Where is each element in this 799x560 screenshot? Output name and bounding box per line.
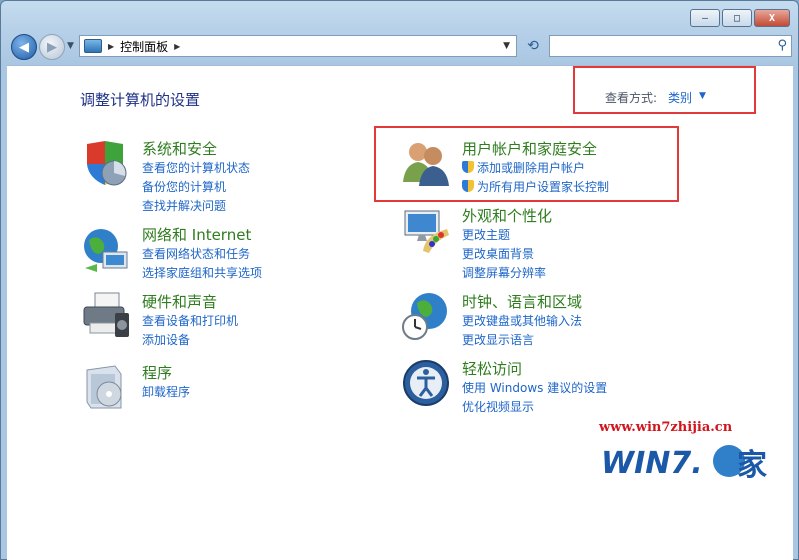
hardware-sound-icon (83, 292, 129, 337)
logo-text: WIN7. (601, 446, 703, 481)
breadcrumb-separator-icon[interactable]: ▶ (174, 42, 180, 51)
search-input[interactable]: ⚲ (549, 35, 792, 57)
highlight-box (573, 66, 756, 114)
category-link[interactable]: 调整屏幕分辨率 (462, 264, 546, 281)
category-link[interactable]: 查看网络状态和任务 (142, 245, 250, 262)
control-panel-window: — □ X ◀ ▶ ▼ ▶ 控制面板 ▶ ▼ ⟲ ⚲ 调整计算机的设置 查看方式… (0, 0, 799, 560)
close-button[interactable]: X (754, 9, 790, 27)
category-link[interactable]: 备份您的计算机 (142, 178, 226, 195)
clock-language-icon (402, 293, 447, 340)
user-accounts-icon (403, 143, 449, 186)
programs-icon (86, 365, 122, 409)
ease-of-access-icon (403, 360, 449, 406)
minimize-button[interactable]: — (690, 9, 720, 27)
uac-shield-icon (462, 180, 474, 192)
maximize-button[interactable]: □ (722, 9, 752, 27)
category-title[interactable]: 外观和个性化 (462, 205, 552, 226)
address-dropdown-icon[interactable]: ▼ (503, 41, 510, 51)
category-link[interactable]: 查看设备和打印机 (142, 312, 238, 329)
network-internet-icon (84, 229, 128, 272)
search-icon[interactable]: ⚲ (777, 38, 787, 53)
category-title[interactable]: 网络和 Internet (142, 224, 251, 245)
address-bar[interactable]: ▶ 控制面板 ▶ ▼ (79, 35, 517, 57)
category-link[interactable]: 选择家庭组和共享选项 (142, 264, 262, 281)
link-label: 添加或删除用户帐户 (477, 161, 586, 175)
category-title[interactable]: 用户帐户和家庭安全 (462, 138, 597, 159)
system-security-icon (87, 141, 127, 186)
link-label: 为所有用户设置家长控制 (477, 180, 610, 194)
category-link[interactable]: 添加设备 (142, 331, 190, 348)
window-controls: — □ X (690, 9, 790, 27)
category-title[interactable]: 时钟、语言和区域 (462, 291, 582, 312)
appearance-icon (404, 210, 449, 253)
win7-logo: WIN7. 家 (601, 445, 767, 483)
breadcrumb-control-panel[interactable]: 控制面板 (120, 38, 168, 55)
breadcrumb-separator-icon[interactable]: ▶ (108, 42, 114, 51)
category-link[interactable]: 更改主题 (462, 226, 510, 243)
category-link[interactable]: 使用 Windows 建议的设置 (462, 379, 607, 396)
category-link[interactable]: 为所有用户设置家长控制 (462, 178, 609, 195)
watermark-url: www.win7zhijia.cn (599, 420, 733, 435)
category-link[interactable]: 更改显示语言 (462, 331, 534, 348)
category-title[interactable]: 程序 (142, 362, 172, 383)
uac-shield-icon (462, 161, 474, 173)
refresh-icon[interactable]: ⟲ (521, 35, 545, 57)
category-link[interactable]: 优化视频显示 (462, 398, 534, 415)
control-panel-icon (84, 39, 102, 53)
category-title[interactable]: 硬件和声音 (142, 291, 217, 312)
page-title: 调整计算机的设置 (80, 91, 201, 109)
category-title[interactable]: 轻松访问 (462, 358, 522, 379)
category-link[interactable]: 查看您的计算机状态 (142, 159, 250, 176)
navigation-bar: ◀ ▶ ▼ ▶ 控制面板 ▶ ▼ ⟲ ⚲ (9, 33, 792, 61)
category-link[interactable]: 更改桌面背景 (462, 245, 534, 262)
logo-char: 家 (737, 448, 767, 483)
recent-pages-dropdown-icon[interactable]: ▼ (67, 41, 74, 51)
category-title[interactable]: 系统和安全 (142, 138, 217, 159)
back-button[interactable]: ◀ (11, 34, 37, 60)
category-link[interactable]: 添加或删除用户帐户 (462, 159, 585, 176)
main-content: 调整计算机的设置 查看方式: 类别 ▼ 系统和安全 查看您的计算机状态 备份您的… (7, 65, 793, 560)
category-link[interactable]: 查找并解决问题 (142, 197, 226, 214)
category-link[interactable]: 卸载程序 (142, 383, 190, 400)
category-link[interactable]: 更改键盘或其他输入法 (462, 312, 582, 329)
forward-button[interactable]: ▶ (39, 34, 65, 60)
